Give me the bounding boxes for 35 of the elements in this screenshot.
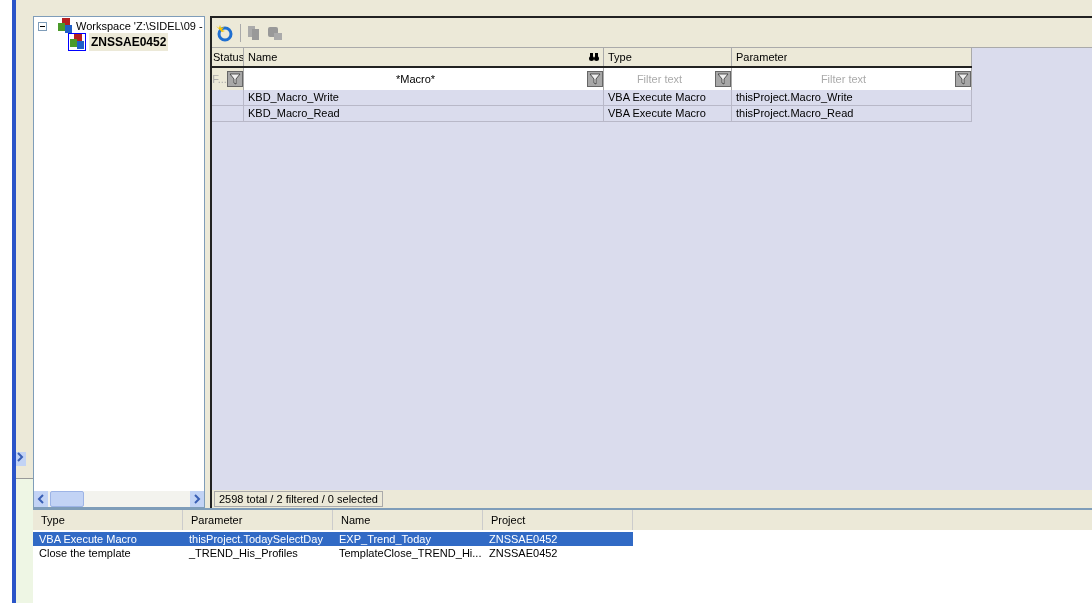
filter-field[interactable]: F... [212, 68, 244, 90]
list-row[interactable]: VBA Execute Macro thisProject.TodaySelectDay EXP_Trend_Today ZNSSAE0452 [33, 532, 633, 546]
minus-icon [40, 25, 45, 27]
tree-item[interactable]: ZNSSAE0452 [89, 33, 169, 51]
filter-button[interactable] [715, 71, 731, 87]
chevron-right-icon [16, 452, 24, 462]
column-header[interactable]: Status [212, 48, 244, 66]
status-text: 2598 total / 2 filtered / 0 selected [214, 491, 383, 507]
filter-button[interactable] [587, 71, 603, 87]
binoculars-icon[interactable] [589, 53, 599, 61]
chevron-left-icon [37, 494, 45, 504]
column-header[interactable]: Type [33, 510, 183, 530]
filter-button[interactable] [227, 71, 243, 87]
workspace-icon [57, 18, 73, 34]
column-header[interactable]: Name [244, 48, 604, 66]
collapse-toggle[interactable] [38, 21, 47, 31]
table-cell: thisProject.Macro_Read [732, 106, 972, 121]
table-cell: thisProject.Macro_Write [732, 90, 972, 105]
column-header[interactable]: Project [483, 510, 633, 530]
table-cell: KBD_Macro_Read [244, 106, 604, 121]
column-header[interactable]: Parameter [183, 510, 333, 530]
workspace-icon [69, 34, 85, 50]
table-cell: VBA Execute Macro [604, 90, 732, 105]
chevron-right-icon [193, 494, 201, 504]
column-header[interactable]: Type [604, 48, 732, 66]
filter-button[interactable] [955, 71, 971, 87]
horizontal-scrollbar[interactable] [34, 491, 204, 507]
tree-item[interactable]: Workspace 'Z:\SIDEL\09 - [76, 17, 203, 35]
scroll-right-button[interactable] [16, 452, 26, 466]
filter-input[interactable]: F... [212, 68, 227, 90]
column-header[interactable]: Name [333, 510, 483, 530]
table-cell: KBD_Macro_Write [244, 90, 604, 105]
table-cell: VBA Execute Macro [604, 106, 732, 121]
column-header[interactable]: Parameter [732, 48, 972, 66]
list-row[interactable]: Close the template _TREND_His_Profiles TemplateClose_TREND_Hi... ZNSSAE0452 [33, 546, 633, 560]
